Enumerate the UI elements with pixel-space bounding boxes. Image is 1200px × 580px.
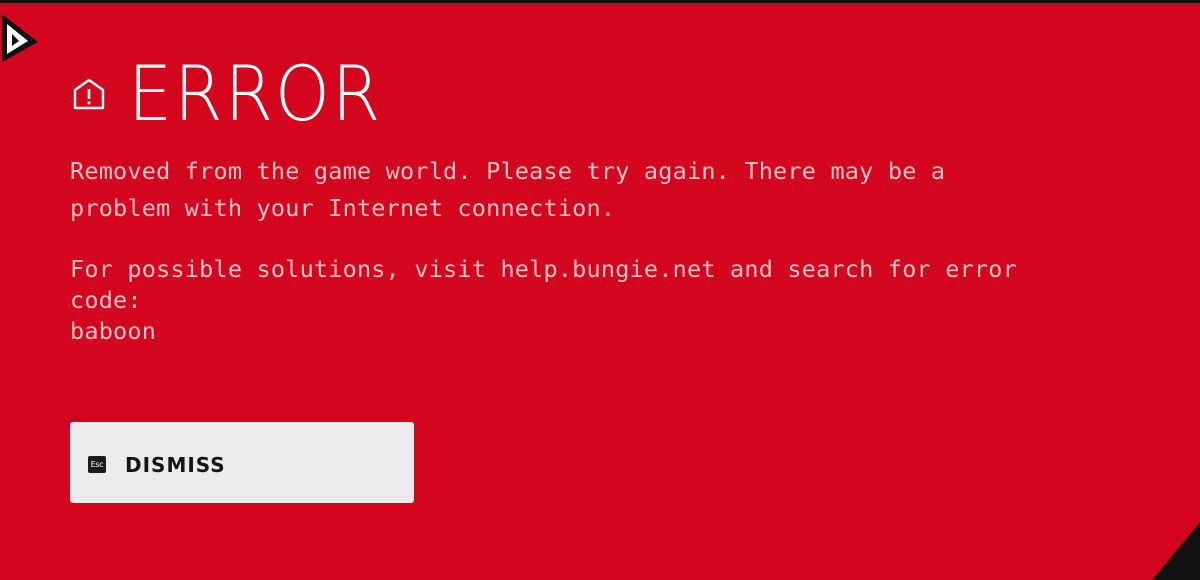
error-message-line: Removed from the game world. Please try …	[70, 157, 946, 185]
error-title: ERROR	[128, 49, 383, 138]
error-message: Removed from the game world. Please try …	[70, 153, 1130, 227]
dismiss-button[interactable]: Esc DISMISS	[70, 422, 414, 503]
esc-key-icon: Esc	[88, 456, 106, 473]
error-header: ERROR	[72, 49, 404, 138]
error-code: baboon	[70, 317, 157, 345]
error-message-line: problem with your Internet connection.	[70, 194, 616, 222]
solutions-line: For possible solutions, visit help.bungi…	[70, 255, 1017, 283]
corner-logo-icon	[2, 14, 38, 62]
solutions-text: For possible solutions, visit help.bungi…	[70, 254, 1140, 347]
dismiss-label: DISMISS	[125, 452, 226, 477]
corner-decoration	[1152, 522, 1200, 580]
solutions-line: code:	[70, 286, 142, 314]
warning-icon	[73, 78, 105, 110]
top-edge-line	[0, 0, 1200, 3]
